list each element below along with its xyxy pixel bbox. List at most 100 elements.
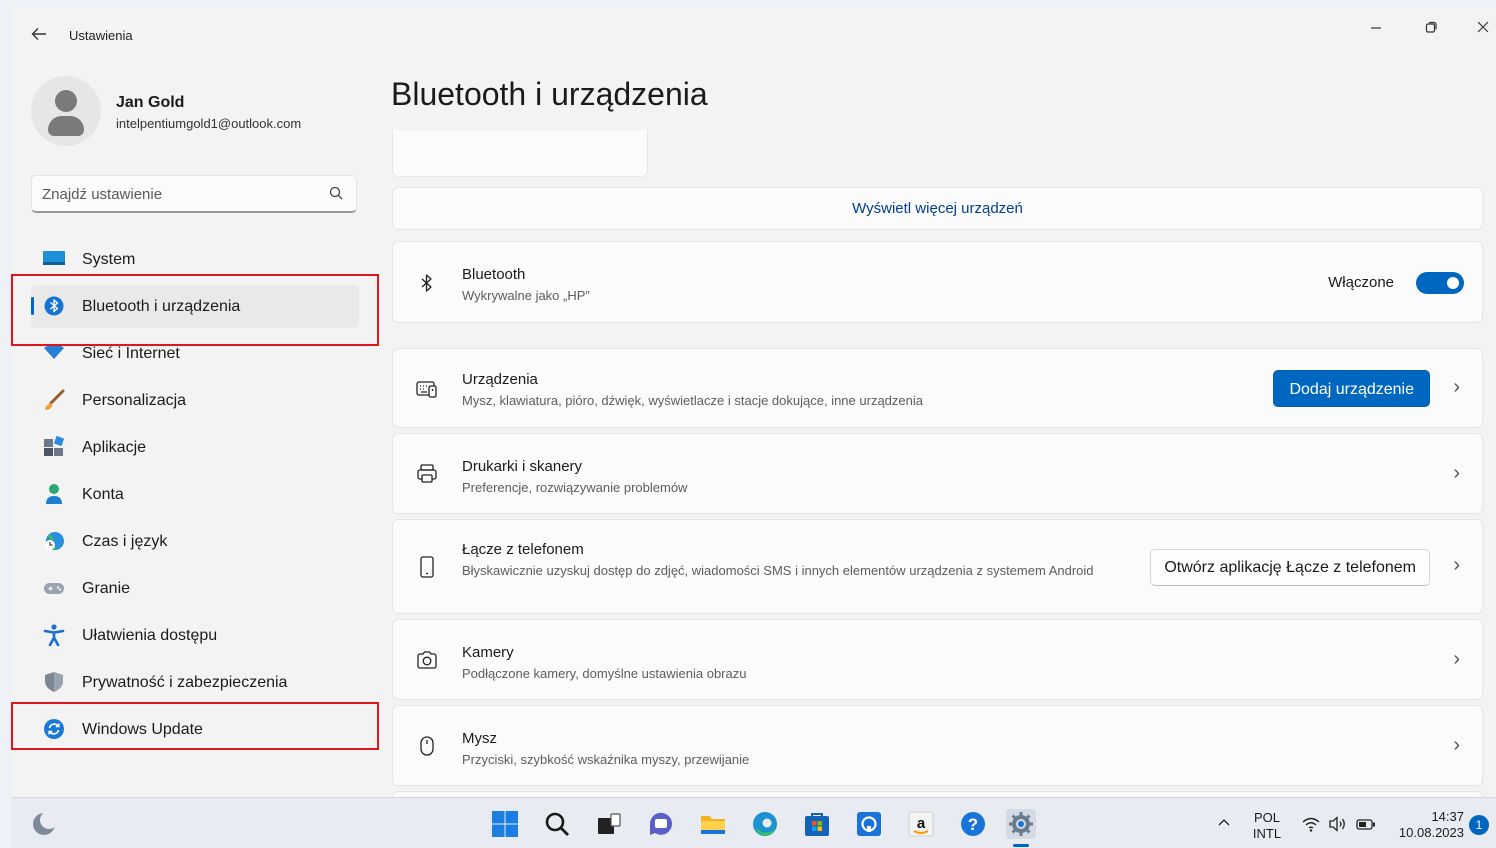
phone-link-row[interactable]: Łącze z telefonem Błyskawicznie uzyskuj … [392,519,1483,614]
row-title: Drukarki i skanery [462,458,583,475]
sidebar-item-label: Czas i język [82,533,168,550]
file-explorer-icon[interactable] [698,809,728,839]
open-phone-link-button[interactable]: Otwórz aplikację Łącze z telefonem [1150,549,1430,586]
row-title: Łącze z telefonem [462,541,584,558]
row-subtitle: Preferencje, rozwiązywanie problemów [462,480,688,495]
sidebar-item-gaming[interactable]: Granie [31,567,359,610]
back-button[interactable] [29,24,49,44]
weather-moon-icon[interactable] [29,809,59,839]
bluetooth-icon [421,274,432,292]
sidebar-item-label: Konta [82,486,124,503]
svg-text:?: ? [968,815,978,834]
avatar[interactable] [31,76,101,146]
keyboard-layout: INTL [1252,826,1282,841]
clock[interactable]: 14:37 10.08.2023 [1390,809,1464,841]
notification-badge[interactable]: 1 [1469,815,1489,835]
chevron-up-icon[interactable] [1214,813,1234,833]
globe-clock-icon [45,532,64,551]
search-input[interactable] [42,182,312,206]
sidebar-item-apps[interactable]: Aplikacje [31,426,359,469]
show-more-devices-label: Wyświetl więcej urządzeń [852,200,1023,217]
language-code: POL [1253,810,1280,825]
row-subtitle: Mysz, klawiatura, pióro, dźwięk, wyświet… [462,393,923,408]
highlight-box-bluetooth [11,274,379,346]
search-box[interactable] [31,175,357,213]
sidebar-item-personalization[interactable]: Personalizacja [31,379,359,422]
sidebar-item-accessibility[interactable]: Ułatwienia dostępu [31,614,359,657]
printer-icon [417,464,437,483]
system-display-icon [43,251,65,265]
help-icon[interactable]: ? [958,809,988,839]
toggle-state-label: Włączone [1328,274,1394,291]
avatar-head [55,90,77,112]
row-title: Kamery [462,644,514,661]
camera-icon [417,651,437,669]
settings-gear-icon[interactable] [1006,809,1036,839]
cameras-row[interactable]: Kamery Podłączone kamery, domyślne ustaw… [392,619,1483,700]
mouse-row[interactable]: Mysz Przyciski, szybkość wskaźnika myszy… [392,705,1483,786]
accessibility-icon [43,624,65,646]
close-button[interactable] [1463,16,1496,44]
settings-window: Ustawienia Jan Gold intelpentiumgold1@ou… [11,8,1496,797]
row-title: Mysz [462,730,497,747]
input-language[interactable]: POL INTL [1249,810,1285,842]
wifi-icon[interactable] [1301,814,1321,834]
user-email: intelpentiumgold1@outlook.com [116,116,302,131]
phone-icon [420,556,434,578]
user-name: Jan Gold [116,94,185,111]
shield-icon [45,672,63,692]
account-icon [46,484,62,504]
row-subtitle: Wykrywalne jako „HP” [462,288,590,303]
title-bar: Ustawienia [11,8,1496,60]
chevron-right-icon: › [1453,462,1460,484]
battery-icon[interactable] [1355,814,1377,834]
highlight-box-windows-update [11,702,379,750]
sidebar-item-label: Granie [82,580,131,597]
close-icon [1477,21,1489,33]
printers-row[interactable]: Drukarki i skanery Preferencje, rozwiązy… [392,433,1483,514]
volume-icon[interactable] [1327,814,1349,834]
store-icon[interactable] [802,809,832,839]
minimize-button[interactable] [1356,16,1396,44]
sidebar-item-label: Sieć i Internet [82,345,180,362]
sidebar: Jan Gold intelpentiumgold1@outlook.com S… [11,60,389,797]
remote-app-icon[interactable] [854,809,884,839]
amazon-icon[interactable]: a [906,809,936,839]
add-device-button[interactable]: Dodaj urządzenie [1273,370,1430,407]
time: 14:37 [1431,809,1464,824]
chevron-right-icon: › [1453,376,1460,398]
chevron-right-icon: › [1453,554,1460,576]
chevron-right-icon: › [1453,734,1460,756]
active-app-indicator [1013,844,1029,847]
sidebar-item-label: Aplikacje [82,439,147,456]
page-title: Bluetooth i urządzenia [391,76,708,112]
device-card-partial[interactable] [392,130,648,177]
minimize-icon [1371,27,1381,29]
keyboard-devices-icon [416,381,437,398]
task-view-icon[interactable] [594,809,624,839]
sidebar-item-privacy[interactable]: Prywatność i zabezpieczenia [31,661,359,704]
brush-icon [45,389,65,410]
toggle-knob [1447,277,1459,289]
devices-row[interactable]: Urządzenia Mysz, klawiatura, pióro, dźwi… [392,348,1483,428]
bluetooth-toggle[interactable] [1416,272,1464,294]
chat-icon[interactable] [646,809,676,839]
row-subtitle: Przyciski, szybkość wskaźnika myszy, prz… [462,752,750,767]
sidebar-item-time-language[interactable]: Czas i język [31,520,359,563]
sidebar-item-accounts[interactable]: Konta [31,473,359,516]
sidebar-item-label: Personalizacja [82,392,187,409]
avatar-body [48,116,84,136]
row-subtitle: Podłączone kamery, domyślne ustawienia o… [462,666,747,681]
sidebar-item-label: Ułatwienia dostępu [82,627,218,644]
show-more-devices-button[interactable]: Wyświetl więcej urządzeń [392,187,1483,230]
edge-browser-icon[interactable] [750,809,780,839]
chevron-right-icon: › [1453,648,1460,670]
search-icon[interactable] [542,809,572,839]
sidebar-item-label: System [82,251,136,268]
sidebar-item-label: Prywatność i zabezpieczenia [82,674,288,691]
search-icon[interactable] [328,185,344,201]
restore-button[interactable] [1411,16,1451,44]
start-windows-icon[interactable] [490,809,520,839]
app-title: Ustawienia [69,28,133,43]
row-title: Bluetooth [462,266,526,283]
